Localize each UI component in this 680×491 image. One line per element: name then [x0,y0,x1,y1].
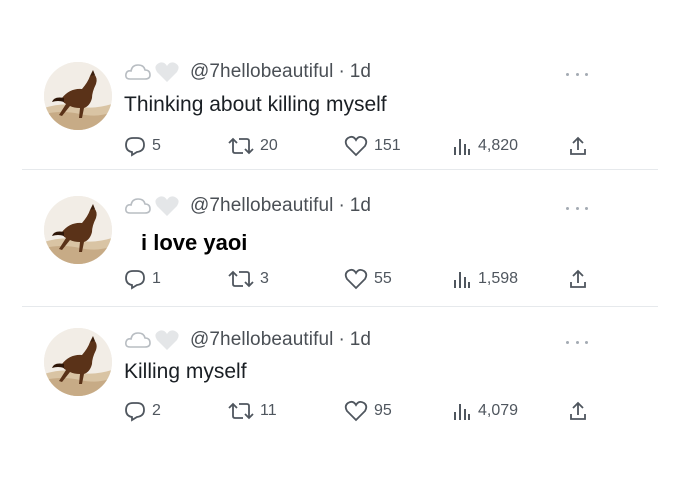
cloud-icon [125,332,151,348]
like-count: 151 [374,137,401,154]
like-button[interactable]: 151 [344,133,401,159]
cloud-icon [125,64,151,80]
view-count: 1,598 [478,270,519,287]
reply-button[interactable]: 1 [124,266,161,292]
views-button[interactable]: 4,079 [452,398,518,424]
share-button[interactable] [568,398,588,424]
reply-count: 1 [152,270,161,287]
separator-dot: · [338,61,345,82]
user-handle[interactable]: @7hellobeautiful [190,195,333,217]
retweet-icon [228,270,254,288]
more-dots-icon[interactable] [566,70,588,78]
view-count: 4,820 [478,137,519,154]
retweet-icon [228,137,254,155]
share-upload-icon [570,401,586,420]
retweet-icon [228,402,254,420]
bar-chart-icon [454,404,470,420]
separator-dot: · [338,329,345,350]
views-button[interactable]: 1,598 [452,266,518,292]
retweet-count: 20 [260,137,278,154]
white-heart-icon [155,330,179,350]
share-upload-icon [570,136,586,155]
timestamp[interactable]: 1d [350,329,371,351]
heart-icon [344,400,368,422]
like-button[interactable]: 95 [344,398,392,424]
reply-button[interactable]: 5 [124,133,161,159]
tweet-2[interactable]: @7hellobeautiful · 1d i love yaoi 1 3 55 [0,170,680,307]
separator-dot: · [338,195,345,216]
heart-icon [344,135,368,157]
horse-avatar-icon [44,62,112,130]
user-handle[interactable]: @7hellobeautiful [190,329,333,351]
tweet-actions: 5 20 151 4,820 [124,133,594,159]
views-button[interactable]: 4,820 [452,133,518,159]
retweet-button[interactable]: 3 [228,266,269,292]
view-count: 4,079 [478,402,519,419]
avatar[interactable] [44,62,112,130]
white-heart-icon [155,62,179,82]
retweet-button[interactable]: 11 [228,398,277,424]
timestamp[interactable]: 1d [350,61,371,83]
tweet-text: i love yaoi [141,230,248,255]
reply-bubble-icon [125,402,145,422]
user-handle[interactable]: @7hellobeautiful [190,61,333,83]
reply-bubble-icon [125,270,145,290]
avatar[interactable] [44,196,112,264]
tweet-header: @7hellobeautiful · 1d [124,58,371,86]
more-dots-icon[interactable] [566,204,588,212]
reply-button[interactable]: 2 [124,398,161,424]
bar-chart-icon [454,139,470,155]
share-button[interactable] [568,133,588,159]
like-count: 55 [374,270,392,287]
tweet-text: Thinking about killing myself [124,93,387,116]
reply-count: 5 [152,137,161,154]
tweet-1[interactable]: @7hellobeautiful · 1d Thinking about kil… [0,40,680,170]
timestamp[interactable]: 1d [350,195,371,217]
tweet-actions: 1 3 55 1,598 [124,266,594,292]
like-button[interactable]: 55 [344,266,392,292]
horse-avatar-icon [44,328,112,396]
retweet-count: 3 [260,270,269,287]
retweet-button[interactable]: 20 [228,133,278,159]
cloud-icon [125,198,151,214]
tweet-text: Killing myself [124,360,247,383]
reply-count: 2 [152,402,161,419]
tweet-header: @7hellobeautiful · 1d [124,326,371,354]
retweet-count: 11 [260,402,277,419]
tweet-header: @7hellobeautiful · 1d [124,192,371,220]
share-button[interactable] [568,266,588,292]
avatar[interactable] [44,328,112,396]
reply-bubble-icon [125,137,145,157]
more-dots-icon[interactable] [566,338,588,346]
share-upload-icon [570,269,586,288]
heart-icon [344,268,368,290]
like-count: 95 [374,402,392,419]
tweet-actions: 2 11 95 4,079 [124,398,594,424]
white-heart-icon [155,196,179,216]
horse-avatar-icon [44,196,112,264]
tweet-3[interactable]: @7hellobeautiful · 1d Killing myself 2 1… [0,306,680,436]
bar-chart-icon [454,272,470,288]
